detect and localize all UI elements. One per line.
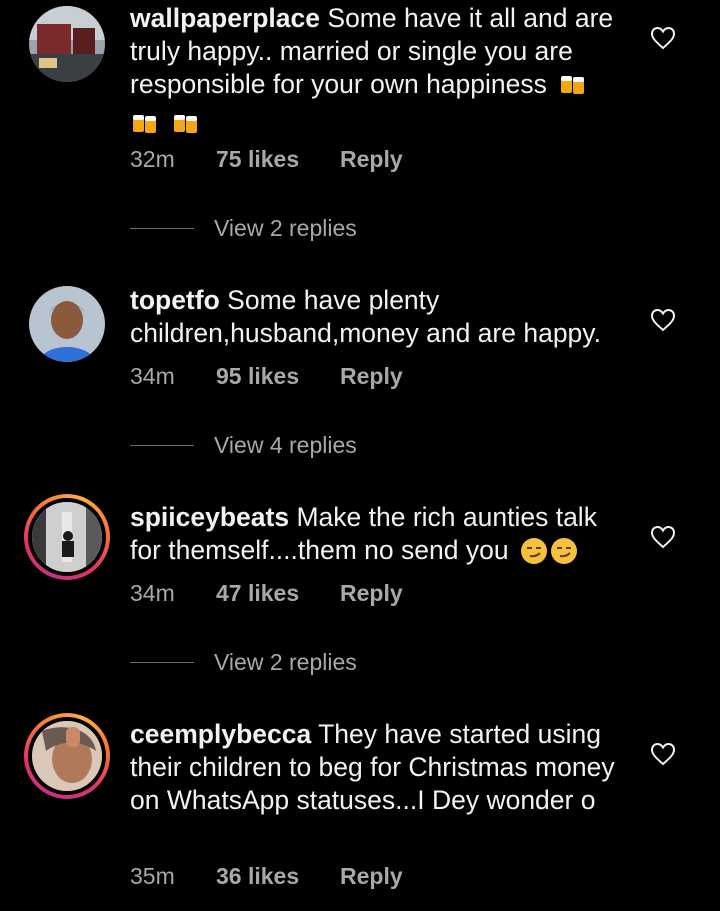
comment-likes[interactable]: 47 likes (216, 580, 340, 607)
view-replies-label: View 2 replies (214, 215, 357, 241)
comment-likes[interactable]: 75 likes (216, 146, 340, 173)
avatar (28, 717, 106, 795)
heart-outline-icon[interactable] (650, 742, 676, 766)
view-replies-button[interactable]: View 2 replies (130, 649, 357, 676)
comment-text: topetfo Some have plenty children,husban… (130, 284, 630, 350)
avatar-image (32, 502, 102, 572)
comment-time: 34m (130, 363, 175, 389)
comment-username[interactable]: ceemplybecca (130, 719, 311, 749)
comment-username[interactable]: topetfo (130, 285, 220, 315)
heart-outline-icon[interactable] (650, 525, 676, 549)
comment-time: 35m (130, 863, 175, 889)
comment-meta: 34m 47 likes Reply (130, 580, 403, 607)
reply-button[interactable]: Reply (340, 863, 403, 890)
avatar[interactable] (29, 286, 105, 362)
replies-divider (130, 228, 194, 229)
reply-button[interactable]: Reply (340, 363, 403, 390)
smirk-emoji (520, 537, 548, 573)
reply-button[interactable]: Reply (340, 146, 403, 173)
comment-likes[interactable]: 95 likes (216, 363, 340, 390)
avatar-story-ring[interactable] (24, 494, 110, 580)
comment-meta: 35m 36 likes Reply (130, 863, 403, 890)
comment-text: wallpaperplace Some have it all and are … (130, 2, 630, 146)
reply-button[interactable]: Reply (340, 580, 403, 607)
view-replies-label: View 4 replies (214, 432, 357, 458)
avatar[interactable] (29, 6, 105, 82)
comment-meta: 34m 95 likes Reply (130, 363, 403, 390)
beer-mugs-emoji (558, 69, 588, 107)
comment-username[interactable]: wallpaperplace (130, 3, 320, 33)
heart-outline-icon[interactable] (650, 308, 676, 332)
smirk-emoji (550, 537, 578, 573)
view-replies-button[interactable]: View 2 replies (130, 215, 357, 242)
beer-mugs-emoji (130, 108, 160, 146)
avatar (28, 498, 106, 576)
comment-text: spiiceybeats Make the rich aunties talk … (130, 501, 630, 573)
replies-divider (130, 662, 194, 663)
comment-likes[interactable]: 36 likes (216, 863, 340, 890)
view-replies-button[interactable]: View 4 replies (130, 432, 357, 459)
comment-meta: 32m 75 likes Reply (130, 146, 403, 173)
avatar-image (29, 286, 105, 362)
replies-divider (130, 445, 194, 446)
comment-username[interactable]: spiiceybeats (130, 502, 289, 532)
comment-time: 32m (130, 146, 175, 172)
beer-mugs-emoji (171, 108, 201, 146)
heart-outline-icon[interactable] (650, 26, 676, 50)
comment-time: 34m (130, 580, 175, 606)
avatar-story-ring[interactable] (24, 713, 110, 799)
avatar-image (29, 6, 105, 82)
comment-text: ceemplybecca They have started using the… (130, 718, 630, 817)
avatar-image (32, 721, 102, 791)
view-replies-label: View 2 replies (214, 649, 357, 675)
